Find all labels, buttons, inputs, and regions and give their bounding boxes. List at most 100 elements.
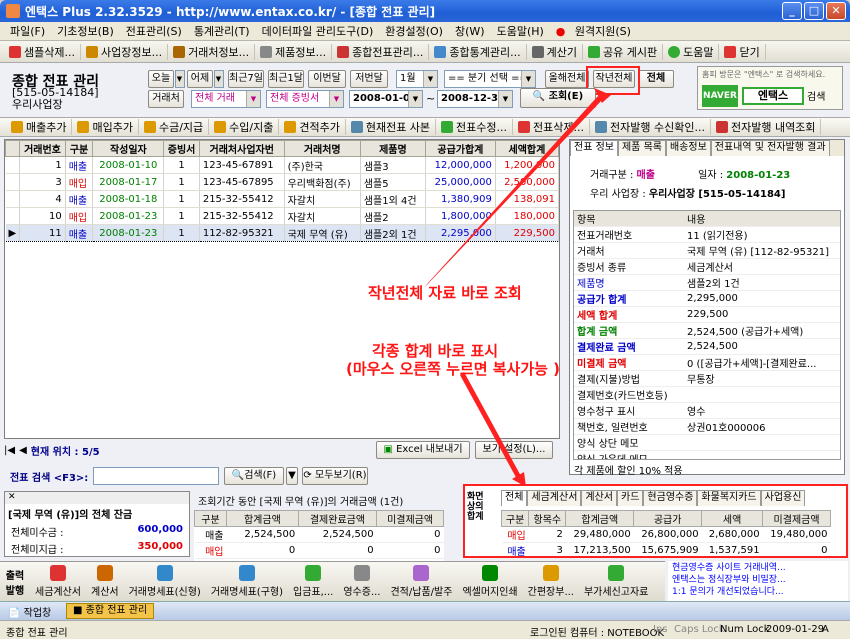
detail-row[interactable]: 결제번호(카드번호등) xyxy=(574,386,840,403)
slip-search-input[interactable] xyxy=(93,467,219,485)
add-sales-button[interactable]: 매출추가 xyxy=(6,119,73,135)
last7-button[interactable]: 최근7일 xyxy=(228,70,264,88)
detail-row[interactable]: 양식 상단 메모 xyxy=(574,434,840,451)
menu-settings[interactable]: 환경설정(O) xyxy=(379,23,449,39)
calculator-button[interactable]: 계산기 xyxy=(527,43,583,60)
first-record-button[interactable]: |◀ xyxy=(4,445,15,456)
col-type[interactable]: 구분 xyxy=(64,140,94,157)
last-month-button[interactable]: 저번달 xyxy=(350,70,388,88)
detail-row[interactable]: 전표거래번호 11 (읽기전용) xyxy=(574,226,840,243)
table-row[interactable]: 10 매입 2008-01-23 1 215-32-55412 자갈치 샘플2 1,800,0… xyxy=(5,207,559,225)
partner-info-button[interactable]: 거래처정보... xyxy=(168,43,256,60)
col-trade-no[interactable]: 거래번호 xyxy=(19,140,66,157)
col-supply[interactable]: 공급가합계 xyxy=(424,140,496,157)
table-row[interactable]: 4 매출 2008-01-18 1 215-32-55412 자갈치 샘플1외 4건 1,38… xyxy=(5,190,559,208)
deposit-button[interactable]: 입금표,... xyxy=(288,565,338,598)
statement-old-button[interactable]: 거래명세표(구형) xyxy=(206,565,288,598)
menu-window[interactable]: 창(W) xyxy=(449,23,491,39)
detail-row[interactable]: 합계 금액 2,524,500 (공급가+세액) xyxy=(574,322,840,339)
grid-search-button[interactable]: 🔍검색(F) xyxy=(224,467,284,485)
ledger-button[interactable]: 간편장부... xyxy=(523,565,579,598)
col-date[interactable]: 작성일자 xyxy=(92,140,165,157)
detail-row[interactable]: 영수청구 표시 영수 xyxy=(574,402,840,419)
e-history-button[interactable]: 전자발행 내역조회 xyxy=(711,119,822,135)
task-workspace[interactable]: 📄 작업창 xyxy=(8,604,51,619)
show-all-button[interactable]: ⟳ 모두보기(R) xyxy=(302,467,368,485)
yesterday-button[interactable]: 어제 xyxy=(187,70,213,88)
help-button[interactable]: 도움말 xyxy=(663,43,720,60)
tax-invoice-button[interactable]: 세금계산서 xyxy=(30,565,86,598)
invoice-button[interactable]: 계산서 xyxy=(86,565,124,598)
delete-slip-button[interactable]: 전표삭제... xyxy=(513,119,591,135)
task-slip-manage[interactable]: ■ 종합 전표 관리 xyxy=(66,603,155,619)
slip-manage-button[interactable]: 종합전표관리... xyxy=(332,43,430,60)
ad-search-button[interactable]: 검색 xyxy=(807,88,825,103)
detail-row[interactable]: 양식 가운데 메모 xyxy=(574,450,840,459)
last1-button[interactable]: 최근1달 xyxy=(268,70,304,88)
news-item[interactable]: 1:1 문의가 개선되었습니다... xyxy=(672,586,844,598)
menu-stats[interactable]: 통계관리(T) xyxy=(188,23,256,39)
close-tab-button[interactable]: 닫기 xyxy=(719,43,766,60)
statement-new-button[interactable]: 거래명세표(신형) xyxy=(124,565,206,598)
month-select[interactable]: 1월 ▼ xyxy=(396,70,438,88)
tab-shipping[interactable]: 배송정보 xyxy=(665,140,711,156)
this-month-button[interactable]: 이번달 xyxy=(308,70,346,88)
detail-row[interactable]: 제품명 샘플2외 1건 xyxy=(574,274,840,291)
menu-data-tools[interactable]: 데이터파일 관리도구(D) xyxy=(256,23,380,39)
tab-slip-info[interactable]: 전표 정보 xyxy=(570,140,618,156)
tab-e-results[interactable]: 전표내역 및 전자발행 결과 xyxy=(710,140,830,156)
detail-row[interactable]: 세액 합계 229,500 xyxy=(574,306,840,323)
menu-remote[interactable]: ● 원격지원(S) xyxy=(550,23,643,39)
trade-type-select[interactable]: 전체 거래 ▼ xyxy=(191,90,261,108)
menu-file[interactable]: 파일(F) xyxy=(4,23,51,39)
detail-row[interactable]: 증빙서 종류 세금계산서 xyxy=(574,258,840,275)
news-item[interactable]: 엔택스는 정식장부와 비밀장... xyxy=(672,574,844,586)
board-button[interactable]: 공유 게시판 xyxy=(583,43,664,60)
all-button[interactable]: 전체 xyxy=(638,70,674,88)
income-expense-button[interactable]: 수입/지출 xyxy=(209,119,280,135)
this-year-button[interactable]: 올해전체 xyxy=(545,70,589,88)
e-confirm-button[interactable]: 전자발행 수신확인... xyxy=(590,119,711,135)
search-button[interactable]: 🔍 조회(E) xyxy=(520,88,596,108)
detail-row[interactable]: 거래처 국제 무역 (유) [112-82-95321] xyxy=(574,242,840,259)
today-dropdown[interactable]: ▼ xyxy=(175,70,185,88)
date-from-input[interactable]: 2008-01-01 ▼ xyxy=(349,90,423,108)
col-partner[interactable]: 거래처명 xyxy=(283,140,361,157)
table-row[interactable]: 3 매입 2008-01-17 1 123-45-67895 우리백화점(주) 샘플5 25,… xyxy=(5,173,559,191)
col-doc[interactable]: 증빙서 xyxy=(163,140,200,157)
news-item[interactable]: 현금영수증 사이트 거래내역... xyxy=(672,562,844,574)
receipt-button[interactable]: 영수증... xyxy=(338,565,385,598)
date-to-input[interactable]: 2008-12-31 ▼ xyxy=(437,90,513,108)
detail-row[interactable]: 결제완료 금액 2,524,500 xyxy=(574,338,840,355)
excel-export-button[interactable]: ▣ Excel 내보내기 xyxy=(376,441,470,459)
collect-pay-button[interactable]: 수금/지급 xyxy=(139,119,210,135)
search-dropdown[interactable]: ▼ xyxy=(286,467,298,485)
product-info-button[interactable]: 제품정보... xyxy=(255,43,333,60)
stats-manage-button[interactable]: 종합통계관리... xyxy=(429,43,527,60)
maximize-button[interactable]: □ xyxy=(804,2,824,20)
prev-record-button[interactable]: ◀ xyxy=(19,445,27,456)
delete-sample-button[interactable]: 샘플삭제... xyxy=(4,43,81,60)
partner-button[interactable]: 거래처 xyxy=(148,90,184,108)
doc-type-select[interactable]: 전체 증빙서 ▼ xyxy=(266,90,344,108)
add-purchase-button[interactable]: 매입추가 xyxy=(72,119,139,135)
business-info-button[interactable]: 사업장정보... xyxy=(81,43,169,60)
view-settings-button[interactable]: 보기 설정(L)... xyxy=(475,441,553,459)
menu-basic-info[interactable]: 기초정보(B) xyxy=(51,23,120,39)
quarter-select[interactable]: == 분기 선택 == ▼ xyxy=(444,70,536,88)
col-product[interactable]: 제품명 xyxy=(359,140,426,157)
detail-row[interactable]: 미결제 금액 0 ([공급가+세액]-[결제완료... xyxy=(574,354,840,371)
col-tax[interactable]: 세액합계 xyxy=(494,140,559,157)
copy-slip-button[interactable]: 현재전표 사본 xyxy=(346,119,437,135)
edit-slip-button[interactable]: 전표수정... xyxy=(436,119,514,135)
minimize-button[interactable]: _ xyxy=(782,2,802,20)
table-row[interactable]: ▶ 11 매출 2008-01-23 1 112-82-95321 국제 무역 (유) 샘플2… xyxy=(5,224,559,242)
brand-search-input[interactable]: 엔택스 xyxy=(742,87,804,105)
detail-row[interactable]: 책번호, 일련번호 상권01호000006 xyxy=(574,418,840,435)
add-estimate-button[interactable]: 견적추가 xyxy=(279,119,346,135)
detail-grid[interactable]: 항목 내용 전표거래번호 11 (읽기전용) 거래처 국제 무역 (유) [112-82… xyxy=(573,210,841,460)
detail-row[interactable]: 공급가 합계 2,295,000 xyxy=(574,290,840,307)
menu-slip[interactable]: 전표관리(S) xyxy=(120,23,188,39)
vat-report-button[interactable]: 부가세신고자료 xyxy=(579,565,653,598)
tab-products[interactable]: 제품 목록 xyxy=(617,140,666,156)
